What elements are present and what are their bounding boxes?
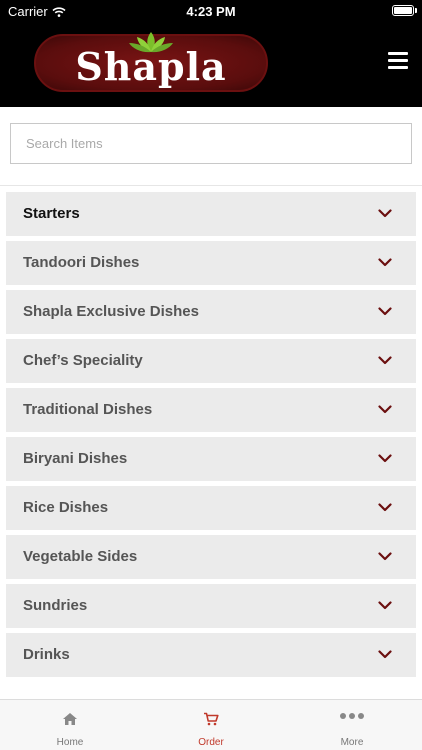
tab-more[interactable]: More — [282, 700, 422, 750]
category-starters[interactable]: Starters — [6, 192, 416, 236]
bottom-tab-bar: Home Order More — [0, 699, 422, 750]
chevron-down-icon — [378, 454, 392, 463]
brand-logo[interactable]: Shapla — [34, 32, 268, 92]
category-chefs-speciality[interactable]: Chef’s Speciality — [6, 339, 416, 383]
category-sundries[interactable]: Sundries — [6, 584, 416, 628]
chevron-down-icon — [378, 503, 392, 512]
category-label: Drinks — [23, 646, 70, 663]
tab-label: More — [340, 737, 364, 748]
tab-home[interactable]: Home — [0, 700, 140, 750]
category-rice-dishes[interactable]: Rice Dishes — [6, 486, 416, 530]
chevron-down-icon — [378, 258, 392, 267]
chevron-down-icon — [378, 552, 392, 561]
category-label: Shapla Exclusive Dishes — [23, 303, 199, 320]
battery-tip — [415, 8, 417, 13]
tab-label: Order — [198, 737, 224, 748]
category-label: Chef’s Speciality — [23, 352, 143, 369]
category-label: Rice Dishes — [23, 499, 109, 516]
chevron-down-icon — [378, 650, 392, 659]
status-time: 4:23 PM — [186, 4, 236, 19]
home-icon — [63, 713, 77, 725]
category-label: Sundries — [23, 597, 88, 614]
category-vegetable-sides[interactable]: Vegetable Sides — [6, 535, 416, 579]
tab-order[interactable]: Order — [141, 700, 281, 750]
more-icon — [340, 713, 364, 719]
category-label: Biryani Dishes — [23, 450, 128, 467]
search-area — [0, 107, 422, 185]
battery-icon — [392, 5, 414, 16]
logo-text: Shapla — [75, 44, 227, 89]
chevron-down-icon — [378, 209, 392, 218]
app-header: Shapla — [0, 22, 422, 107]
category-traditional-dishes[interactable]: Traditional Dishes — [6, 388, 416, 432]
category-label: Vegetable Sides — [23, 548, 138, 565]
category-shapla-exclusive-dishes[interactable]: Shapla Exclusive Dishes — [6, 290, 416, 334]
category-biryani-dishes[interactable]: Biryani Dishes — [6, 437, 416, 481]
hamburger-menu-icon[interactable] — [388, 52, 408, 70]
chevron-down-icon — [378, 356, 392, 365]
search-input[interactable] — [10, 123, 412, 164]
category-tandoori-dishes[interactable]: Tandoori Dishes — [6, 241, 416, 285]
cart-icon — [204, 712, 219, 726]
category-label: Tandoori Dishes — [23, 254, 140, 271]
category-drinks[interactable]: Drinks — [6, 633, 416, 677]
category-list: Starters Tandoori Dishes Shapla Exclusiv… — [0, 185, 422, 699]
tab-label: Home — [56, 737, 84, 748]
chevron-down-icon — [378, 601, 392, 610]
status-bar: Carrier 4:23 PM — [0, 0, 422, 22]
category-label: Starters — [23, 205, 80, 222]
category-label: Traditional Dishes — [23, 401, 153, 418]
chevron-down-icon — [378, 307, 392, 316]
chevron-down-icon — [378, 405, 392, 414]
